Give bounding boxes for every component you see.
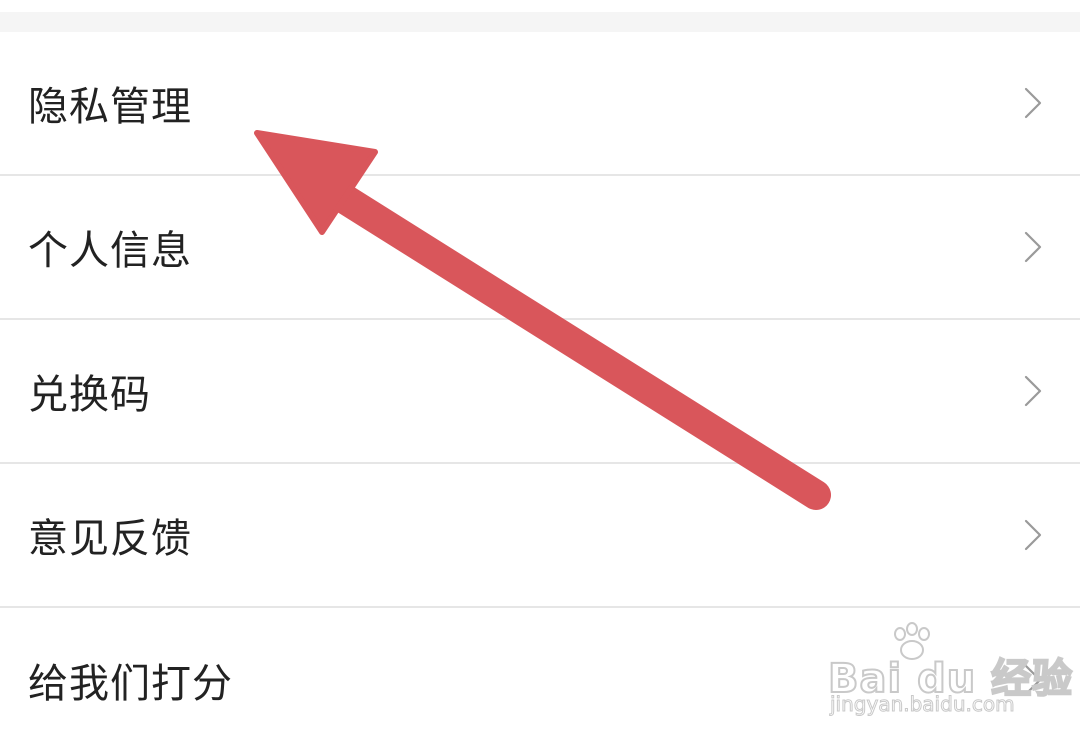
menu-item-privacy-management[interactable]: 隐私管理 [0,32,1080,176]
settings-menu-list: 隐私管理 个人信息 兑换码 意见反馈 给我们打分 [0,32,1080,740]
menu-item-label: 给我们打分 [28,661,233,707]
menu-item-personal-info[interactable]: 个人信息 [0,176,1080,320]
menu-item-label: 隐私管理 [28,84,192,130]
chevron-right-icon [1024,664,1042,696]
menu-item-label: 个人信息 [28,228,192,274]
menu-item-redeem-code[interactable]: 兑换码 [0,320,1080,464]
menu-item-label: 意见反馈 [28,516,192,562]
menu-item-feedback[interactable]: 意见反馈 [0,464,1080,608]
section-gap [0,0,1080,32]
chevron-right-icon [1024,231,1042,263]
menu-item-label: 兑换码 [28,372,151,418]
chevron-right-icon [1024,375,1042,407]
chevron-right-icon [1024,519,1042,551]
chevron-right-icon [1024,87,1042,119]
settings-screen: 隐私管理 个人信息 兑换码 意见反馈 给我们打分 Bai du 经验 jingy… [0,0,1080,740]
menu-item-rate-us[interactable]: 给我们打分 [0,608,1080,740]
